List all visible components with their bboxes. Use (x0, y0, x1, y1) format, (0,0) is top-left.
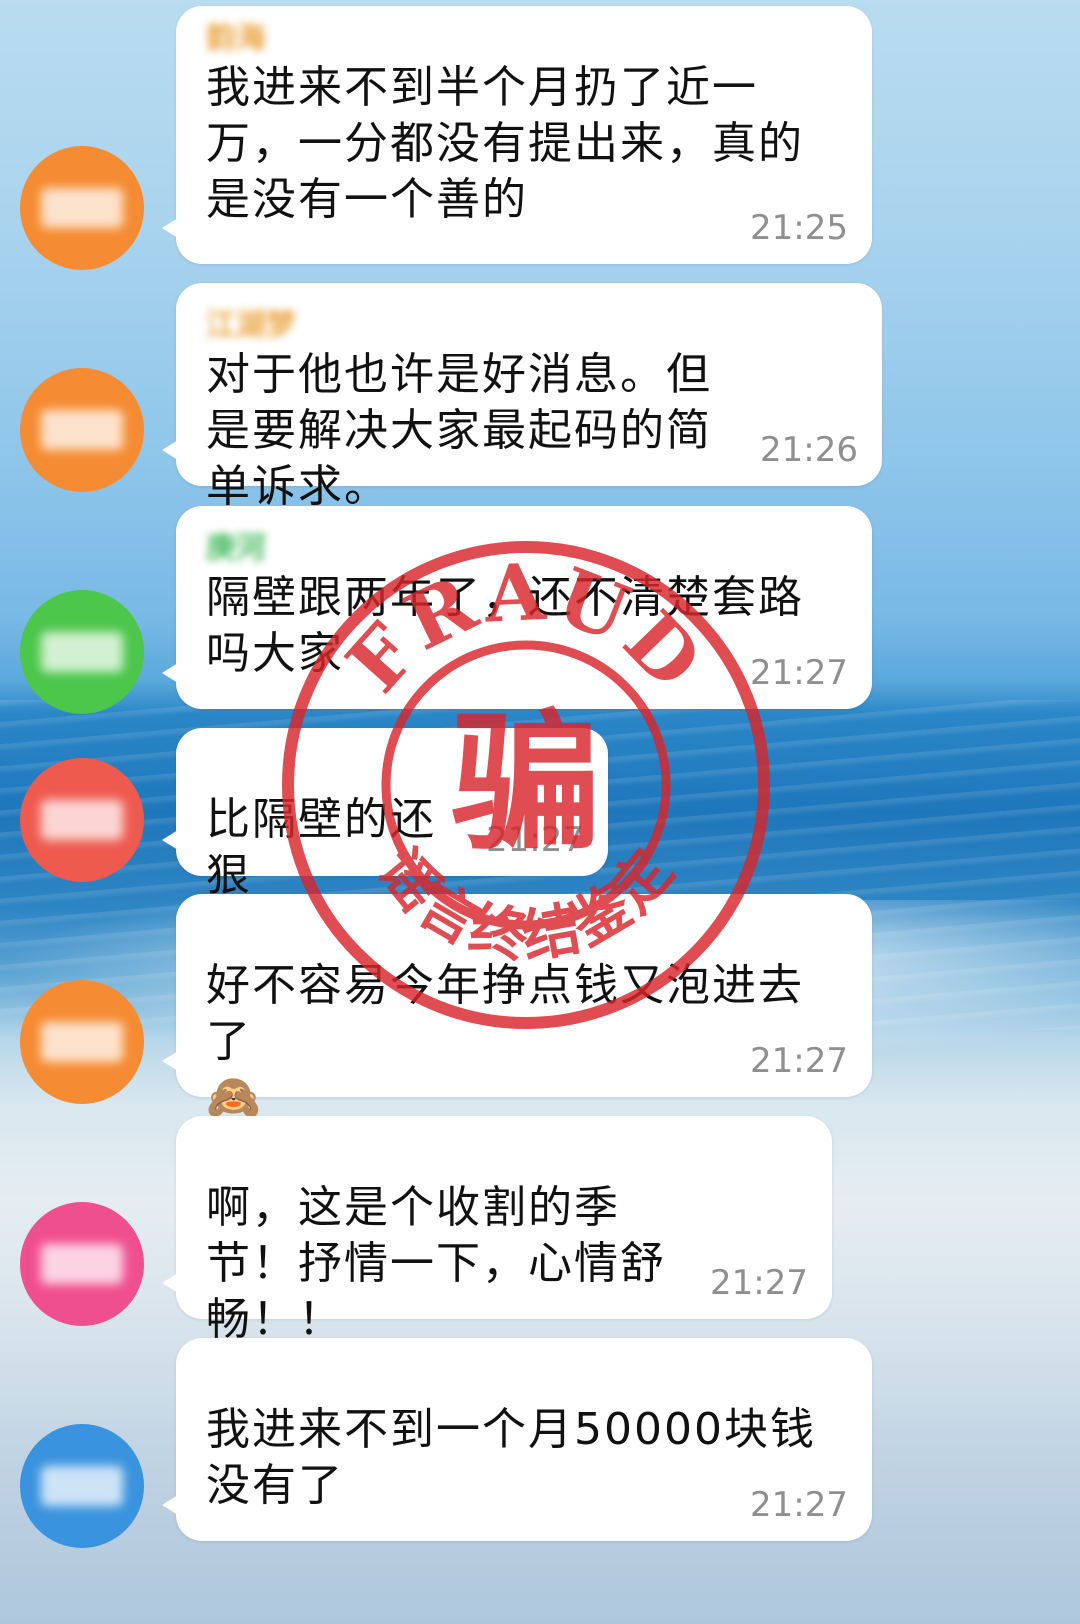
message-time: 21:27 (750, 1041, 848, 1081)
message-time: 21:27 (486, 820, 584, 860)
sender-name[interactable]: 江湖梦 (206, 309, 852, 343)
avatar[interactable] (20, 758, 144, 882)
message-time: 21:27 (750, 653, 848, 693)
sender-name[interactable]: 韵海 (206, 22, 842, 56)
message-bubble[interactable]: 啊，这是个收割的季节！抒情一下，心情舒畅！！ 21:27 (162, 1116, 832, 1345)
sender-name[interactable] (206, 754, 578, 788)
sender-name[interactable] (206, 1364, 842, 1398)
message-time: 21:26 (760, 430, 858, 470)
message-time: 21:27 (710, 1263, 808, 1303)
avatar[interactable] (20, 980, 144, 1104)
avatar[interactable] (20, 590, 144, 714)
message-text: 我进来不到一个月50000块钱没有了 (206, 1404, 816, 1511)
message-bubble[interactable]: 我进来不到一个月50000块钱没有了 21:27 (162, 1338, 872, 1541)
message-bubble[interactable]: 江湖梦 对于他也许是好消息。但是要解决大家最起码的简单诉求。 21:26 (162, 283, 882, 512)
message-bubble[interactable]: 庚河 隔壁跟两年了，还不清楚套路吗大家 21:27 (162, 506, 872, 709)
message-text: 好不容易今年挣点钱又泡进去了 (206, 960, 804, 1067)
sender-name[interactable]: 庚河 (206, 532, 842, 566)
sender-name[interactable] (206, 1142, 802, 1176)
message-bubble[interactable]: 好不容易今年挣点钱又泡进去了 🙈 21:27 (162, 894, 872, 1123)
message-bubble[interactable]: 韵海 我进来不到半个月扔了近一万，一分都没有提出来，真的是没有一个善的 21:2… (162, 6, 872, 264)
message-time: 21:27 (750, 1485, 848, 1525)
sender-name[interactable] (206, 920, 842, 954)
avatar[interactable] (20, 368, 144, 492)
message-text: 隔壁跟两年了，还不清楚套路吗大家 (206, 572, 804, 679)
avatar[interactable] (20, 1424, 144, 1548)
message-time: 21:25 (750, 208, 848, 248)
avatar[interactable] (20, 1202, 144, 1326)
message-text: 我进来不到半个月扔了近一万，一分都没有提出来，真的是没有一个善的 (206, 62, 804, 225)
message-bubble[interactable]: 比隔壁的还狠 21:27 (162, 728, 608, 901)
avatar[interactable] (20, 146, 144, 270)
message-text: 对于他也许是好消息。但是要解决大家最起码的简单诉求。 (206, 349, 712, 512)
